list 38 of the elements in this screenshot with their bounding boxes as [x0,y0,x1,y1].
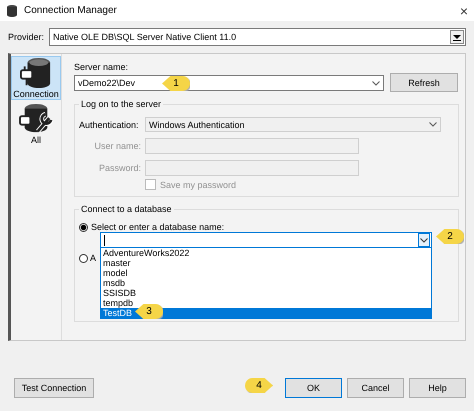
callout-badge: 3 [135,304,163,319]
close-button[interactable]: × [460,2,468,18]
database-option[interactable]: master [101,258,431,268]
chevron-down-icon[interactable] [372,80,380,86]
database-option[interactable]: model [101,268,431,278]
authentication-dropdown[interactable]: Windows Authentication [145,117,441,132]
chevron-down-icon[interactable] [429,122,437,127]
radio-button[interactable] [79,254,88,262]
refresh-button[interactable]: Refresh [390,73,458,92]
test-connection-button[interactable]: Test Connection [14,378,94,398]
provider-dropdown[interactable]: Native OLE DB\SQL Server Native Client 11.0 [49,28,466,46]
password-field[interactable] [145,160,359,176]
group-title: Connect to a database [80,204,173,214]
database-option[interactable]: AdventureWorks2022 [101,248,431,258]
save-password-label: Save my password [160,180,236,190]
provider-label: Provider: [8,32,44,42]
help-button[interactable]: Help [409,378,466,398]
radio-label: Select or enter a database name: [91,222,224,232]
ok-button[interactable]: OK [285,378,342,398]
radio-button[interactable] [79,222,88,232]
authentication-label: Authentication: [79,120,140,130]
cancel-button[interactable]: Cancel [347,378,404,398]
sidebar-item[interactable]: Connection [11,56,61,100]
database-option[interactable]: SSISDB [101,288,431,298]
radio-label: A [90,253,96,263]
group-title: Log on to the server [80,99,162,109]
sidebar-item[interactable]: All [11,102,61,146]
database-option[interactable]: msdb [101,278,431,288]
chevron-down-icon[interactable] [418,233,430,247]
window-title: Connection Manager [24,5,118,16]
password-label: Password: [98,163,141,173]
user-name-label: User name: [93,141,141,151]
server-name-label: Server name: [74,62,128,72]
database-icon [6,4,18,17]
user-name-field[interactable] [145,138,359,154]
database-name-field[interactable] [100,232,432,248]
callout-badge: 2 [436,229,464,244]
callout-badge: 4 [245,378,273,393]
